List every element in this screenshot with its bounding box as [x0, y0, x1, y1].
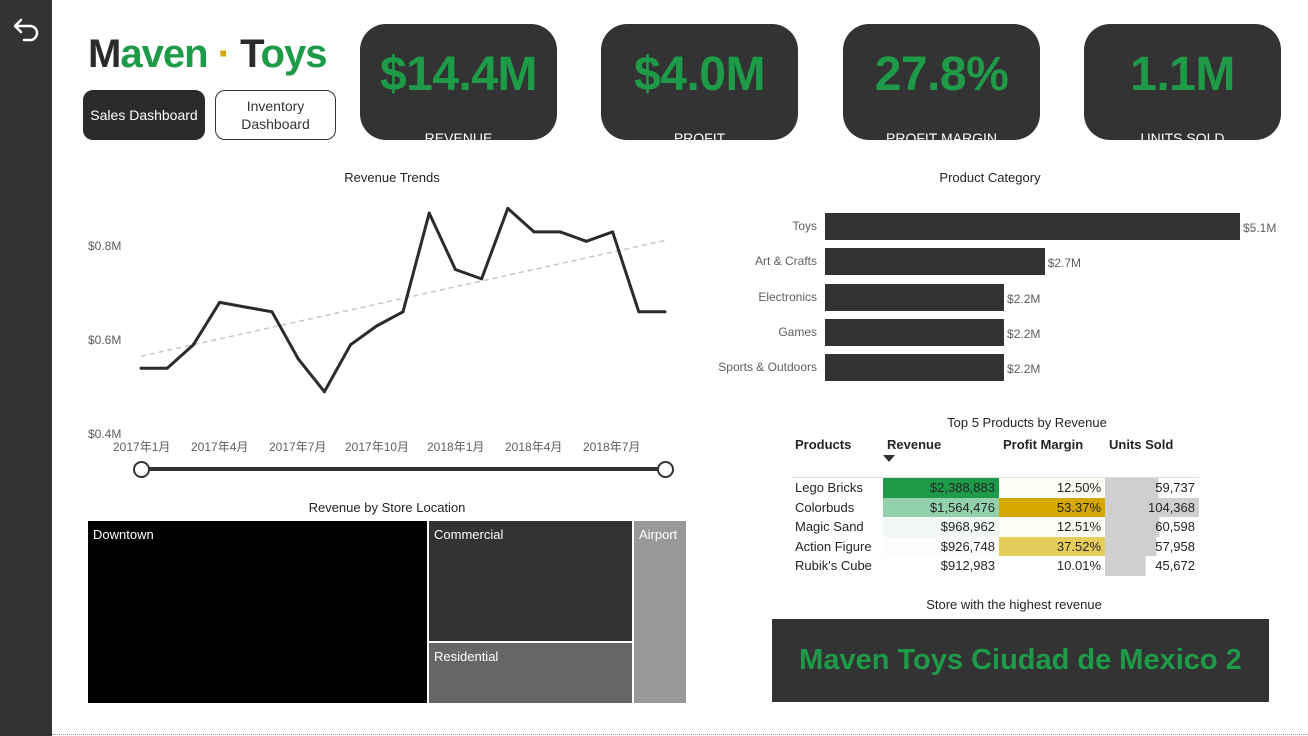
margin-cell: 10.01%	[1056, 558, 1101, 574]
revenue-point[interactable]	[349, 343, 353, 347]
date-slider-start-handle[interactable]	[133, 461, 150, 478]
revenue-point[interactable]	[218, 300, 222, 304]
category-bar[interactable]	[825, 354, 1005, 382]
kpi-label: PROFIT MARGIN	[886, 130, 997, 146]
revenue-point[interactable]	[637, 310, 641, 314]
store-location-treemap: Downtown Commercial Residential Airport	[87, 520, 687, 704]
revenue-point[interactable]	[296, 357, 300, 361]
bar-category-label: Electronics	[758, 289, 817, 304]
treemap-tile-airport[interactable]: Airport	[634, 521, 686, 703]
revenue-point[interactable]	[558, 230, 562, 234]
top-products-title: Top 5 Products by Revenue	[947, 415, 1107, 430]
product-name: Rubik's Cube	[795, 558, 872, 574]
category-bar[interactable]	[825, 213, 1240, 240]
treemap-tile-commercial[interactable]: Commercial	[429, 521, 632, 641]
margin-cell: 12.50%	[999, 477, 1105, 498]
revenue-point[interactable]	[453, 268, 457, 271]
top-products-table: Products Revenue Profit Margin Units Sol…	[791, 437, 1199, 576]
bar-category-label: Games	[778, 324, 817, 339]
trend-line	[140, 239, 666, 357]
date-slider-end-handle[interactable]	[657, 461, 674, 478]
revenue-point[interactable]	[480, 277, 484, 281]
highest-store-card: Maven Toys Ciudad de Mexico 2	[772, 619, 1269, 702]
revenue-cell: $2,388,883	[883, 477, 999, 498]
table-row: Magic Sand $968,962 12.51% 60,598	[791, 517, 1199, 537]
product-name: Action Figure	[795, 538, 872, 554]
units-cell: 60,598	[1105, 517, 1199, 537]
highest-store-title: Store with the highest revenue	[926, 597, 1102, 612]
kpi-units-sold-card: 1.1M UNITS SOLD	[1084, 24, 1281, 146]
revenue-point[interactable]	[427, 211, 431, 215]
revenue-point[interactable]	[375, 324, 379, 328]
revenue-point[interactable]	[322, 390, 326, 394]
tile-label: Residential	[434, 649, 499, 664]
revenue-point[interactable]	[663, 310, 667, 314]
category-bar[interactable]	[825, 283, 1005, 311]
table-row: Colorbuds $1,564,476 53.37% 104,368	[791, 497, 1199, 517]
revenue-point[interactable]	[401, 310, 405, 314]
bar-value-label: $2.2M	[1007, 362, 1041, 377]
product-name: Magic Sand	[795, 519, 864, 535]
table-row: Action Figure $926,748 37.52% 57,958	[791, 536, 1199, 556]
bar-value-label: $2.7M	[1047, 256, 1082, 271]
col-header-revenue[interactable]: Revenue	[883, 437, 999, 478]
units-cell: 45,672	[1105, 556, 1199, 576]
bar-value-label: $2.2M	[1007, 291, 1041, 306]
sort-descending-icon	[883, 455, 895, 462]
revenue-cell: $1,564,476	[883, 497, 999, 517]
treemap-tile-downtown[interactable]: Downtown	[88, 521, 427, 703]
units-cell: 104,368	[1105, 497, 1199, 517]
col-header-products[interactable]: Products	[791, 437, 883, 478]
highest-store-value: Maven Toys Ciudad de Mexico 2	[799, 644, 1242, 676]
table-row: Rubik's Cube $912,983 10.01% 45,672	[791, 556, 1199, 576]
tile-label: Downtown	[93, 527, 154, 542]
kpi-value: 1.1M	[1130, 48, 1235, 101]
col-header-profit-margin[interactable]: Profit Margin	[999, 437, 1105, 478]
col-header-units-sold[interactable]: Units Sold	[1105, 437, 1199, 478]
revenue-cell: $926,748	[883, 536, 999, 556]
revenue-point[interactable]	[611, 230, 615, 234]
revenue-point[interactable]	[506, 206, 510, 210]
product-name: Colorbuds	[795, 499, 855, 515]
revenue-point[interactable]	[165, 366, 169, 370]
kpi-label: UNITS SOLD	[1140, 130, 1225, 146]
revenue-cell: $912,983	[940, 558, 995, 574]
date-slider-track[interactable]	[141, 467, 665, 471]
revenue-cell: $968,962	[883, 517, 999, 537]
category-bar[interactable]	[825, 318, 1005, 346]
revenue-point[interactable]	[139, 366, 143, 370]
units-cell: 59,737	[1105, 477, 1199, 498]
bar-value-label: $2.2M	[1007, 326, 1041, 341]
bar-category-label: Art & Crafts	[754, 254, 817, 269]
bar-category-label: Sports & Outdoors	[718, 360, 817, 375]
margin-cell: 12.51%	[999, 517, 1105, 537]
table-row: Lego Bricks $2,388,883 12.50% 59,737	[791, 477, 1199, 498]
revenue-point[interactable]	[244, 305, 248, 309]
revenue-point[interactable]	[532, 230, 536, 234]
kpi-value: 27.8%	[874, 48, 1009, 101]
category-bar[interactable]	[825, 248, 1045, 276]
product-category-title: Product Category	[939, 170, 1041, 185]
page-bottom-border	[52, 734, 1308, 735]
bar-category-label: Toys	[792, 219, 817, 233]
revenue-trends-chart	[139, 206, 667, 394]
tile-label: Commercial	[434, 527, 504, 542]
col-header-revenue-label: Revenue	[887, 437, 942, 452]
bar-value-label: $5.1M	[1243, 221, 1277, 235]
product-name: Lego Bricks	[795, 480, 863, 496]
units-cell: 57,958	[1105, 536, 1199, 556]
kpi-profit-margin-card: 27.8% PROFIT MARGIN	[843, 24, 1040, 146]
margin-cell: 37.52%	[999, 536, 1105, 556]
revenue-series-line[interactable]	[141, 206, 665, 394]
margin-cell: 53.37%	[999, 497, 1105, 517]
tile-label: Airport	[639, 527, 678, 542]
revenue-point[interactable]	[191, 343, 195, 347]
revenue-point[interactable]	[584, 239, 588, 243]
store-location-title: Revenue by Store Location	[308, 500, 466, 515]
treemap-tile-residential[interactable]: Residential	[429, 643, 632, 703]
revenue-point[interactable]	[270, 310, 274, 314]
